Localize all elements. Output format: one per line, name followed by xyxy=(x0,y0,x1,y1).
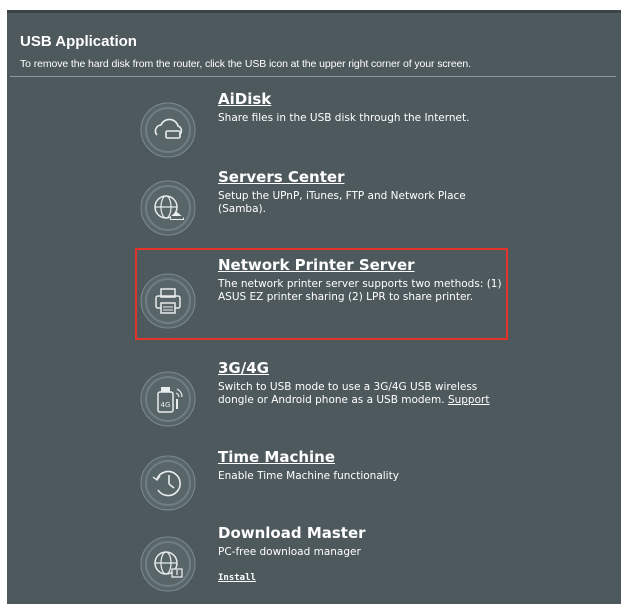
page-title: USB Application xyxy=(20,33,137,50)
page-subtitle: To remove the hard disk from the router,… xyxy=(20,58,471,70)
app-description-download-master: PC-free download manager xyxy=(218,546,361,558)
usb-application-panel: USB Application To remove the hard disk … xyxy=(7,10,621,604)
app-network-printer-server: Network Printer Server The network print… xyxy=(135,256,521,342)
app-time-machine: Time Machine Enable Time Machine functio… xyxy=(135,448,521,534)
description-text: Switch to USB mode to use a 3G/4G USB wi… xyxy=(218,381,478,406)
app-title-aidisk[interactable]: AiDisk xyxy=(218,90,271,108)
app-title-network-printer-server[interactable]: Network Printer Server xyxy=(218,256,415,274)
app-description-servers-center: Setup the UPnP, iTunes, FTP and Network … xyxy=(218,190,466,215)
app-3g-4g: 4G 3G/4G Switch to USB mode to use a 3G/… xyxy=(135,359,521,445)
app-aidisk: AiDisk Share files in the USB disk throu… xyxy=(135,90,521,176)
header-divider xyxy=(10,76,616,77)
app-description-aidisk: Share files in the USB disk through the … xyxy=(218,112,470,124)
globe-download-icon[interactable] xyxy=(140,536,196,592)
app-description-time-machine: Enable Time Machine functionality xyxy=(218,470,399,482)
app-title-3g-4g[interactable]: 3G/4G xyxy=(218,359,269,377)
globe-server-icon[interactable] xyxy=(140,180,196,236)
app-description-network-printer-server: The network printer server supports two … xyxy=(218,278,502,303)
app-servers-center: Servers Center Setup the UPnP, iTunes, F… xyxy=(135,168,521,254)
install-link[interactable]: Install xyxy=(218,573,256,583)
printer-icon[interactable] xyxy=(140,273,196,329)
support-link[interactable]: Support xyxy=(448,394,490,406)
svg-text:4G: 4G xyxy=(161,401,171,409)
clock-icon[interactable] xyxy=(140,455,196,511)
app-description-3g-4g: Switch to USB mode to use a 3G/4G USB wi… xyxy=(218,381,508,406)
app-title-time-machine[interactable]: Time Machine xyxy=(218,448,335,466)
app-title-servers-center[interactable]: Servers Center xyxy=(218,168,344,186)
app-title-download-master[interactable]: Download Master xyxy=(218,524,366,542)
app-download-master: Download Master PC-free download manager… xyxy=(135,524,521,604)
usb-modem-icon[interactable]: 4G xyxy=(140,371,196,427)
cloud-disk-icon[interactable] xyxy=(140,102,196,158)
panel-top-border xyxy=(7,10,621,13)
